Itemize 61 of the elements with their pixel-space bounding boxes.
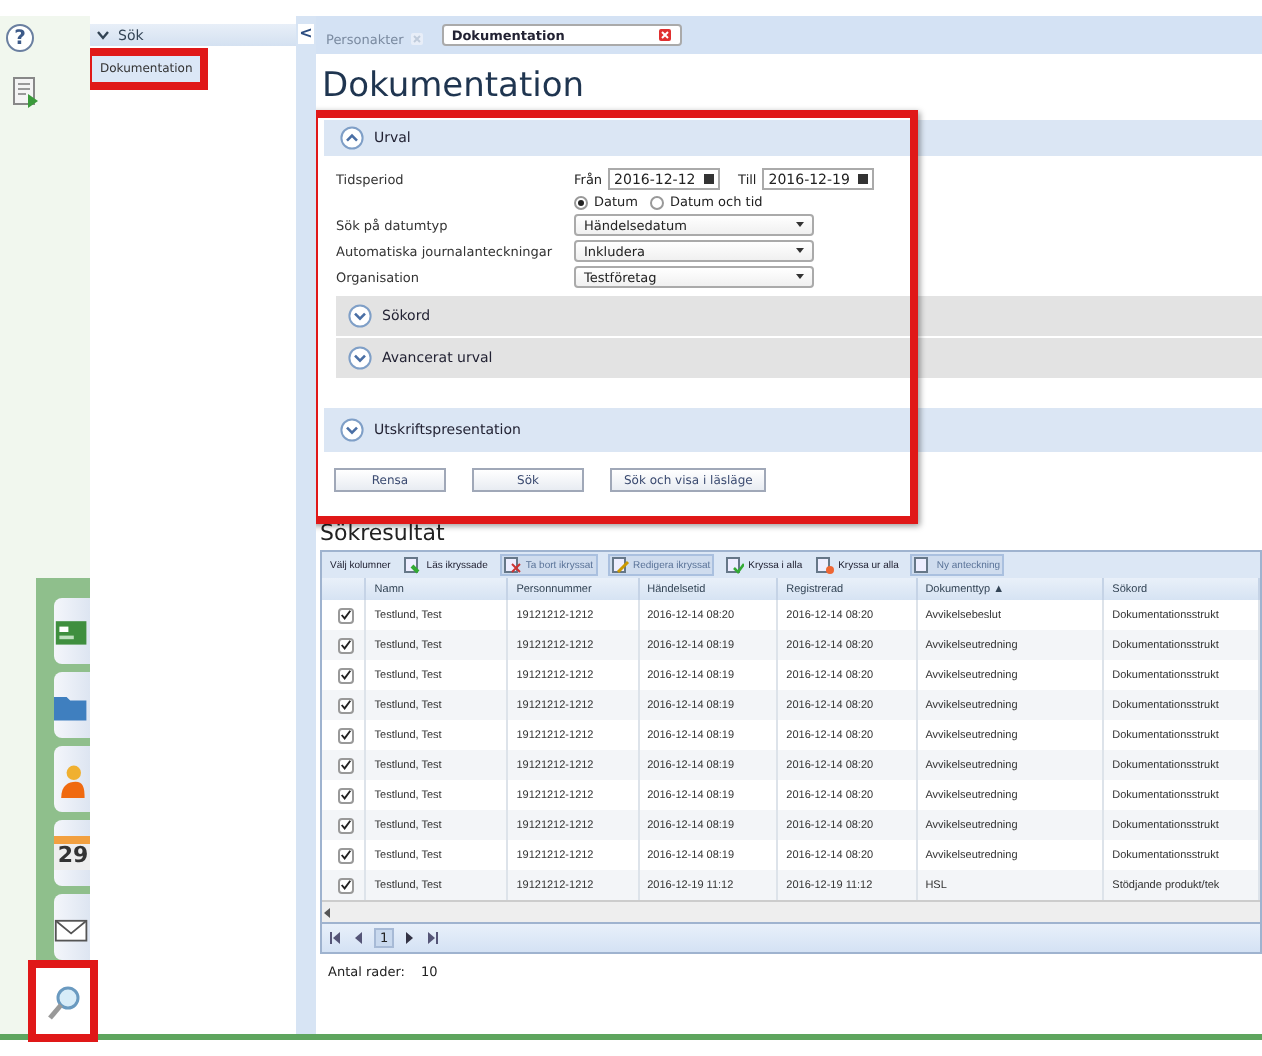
dropdown-arrow-icon	[796, 222, 804, 228]
page-title: Dokumentation	[322, 66, 587, 106]
first-page-icon	[330, 932, 342, 944]
previous-page-icon	[352, 932, 364, 944]
caret-icon	[96, 28, 110, 42]
uncheck-all-icon	[816, 556, 835, 574]
check-all-icon	[726, 556, 745, 574]
note-icon	[914, 556, 933, 574]
checkbox[interactable]	[338, 847, 354, 863]
checkbox[interactable]	[338, 727, 354, 743]
read-icon	[404, 556, 423, 574]
first-page-button[interactable]	[330, 932, 342, 944]
checkmark-icon	[340, 848, 352, 862]
expand-icon	[348, 304, 372, 328]
checkmark-icon	[340, 788, 352, 802]
checkmark-icon	[340, 728, 352, 742]
next-page-icon	[404, 932, 417, 944]
collapse-icon	[340, 126, 364, 150]
help-button[interactable]: ?	[6, 24, 34, 52]
radio-button[interactable]	[650, 195, 664, 209]
checkbox[interactable]	[338, 637, 354, 653]
checkmark-icon	[340, 758, 352, 772]
app-tab[interactable]: 29	[54, 820, 90, 886]
delete-icon	[503, 556, 522, 574]
checkbox[interactable]	[338, 757, 354, 773]
dropdown-arrow-icon	[796, 274, 804, 280]
section-title: Sökresultat	[320, 520, 447, 546]
calendar-icon	[704, 174, 715, 184]
dropdown-arrow-icon	[796, 248, 804, 254]
scroll-left-icon	[322, 907, 332, 917]
search-icon	[43, 981, 83, 1021]
close-icon	[409, 32, 424, 46]
previous-page-button[interactable]	[352, 932, 364, 944]
app-tab[interactable]	[54, 894, 90, 960]
checkbox[interactable]	[338, 817, 354, 833]
calendar-icon	[858, 174, 869, 184]
checkbox[interactable]	[338, 787, 354, 803]
expand-icon	[348, 346, 372, 370]
checkbox[interactable]	[338, 607, 354, 623]
last-page-button[interactable]	[426, 932, 439, 944]
document-export-icon	[12, 76, 40, 110]
expand-icon	[340, 418, 364, 442]
checkmark-icon	[340, 638, 352, 652]
checkmark-icon	[340, 698, 352, 712]
collapse-button[interactable]: <	[297, 24, 315, 44]
edit-icon	[611, 556, 629, 574]
next-page-button[interactable]	[404, 932, 417, 944]
app-tab[interactable]	[54, 672, 90, 738]
scrollbar[interactable]	[322, 900, 1260, 922]
calendar-icon: 29	[54, 836, 90, 870]
last-page-icon	[426, 932, 439, 944]
close-icon	[657, 28, 672, 42]
checkmark-icon	[340, 878, 352, 892]
radio-button[interactable]	[574, 195, 588, 209]
checkbox[interactable]	[338, 877, 354, 893]
checkbox[interactable]	[338, 667, 354, 683]
app-tab[interactable]	[54, 598, 90, 664]
checkmark-icon	[340, 668, 352, 682]
checkmark-icon	[340, 818, 352, 832]
checkbox[interactable]	[338, 697, 354, 713]
checkmark-icon	[340, 608, 352, 622]
